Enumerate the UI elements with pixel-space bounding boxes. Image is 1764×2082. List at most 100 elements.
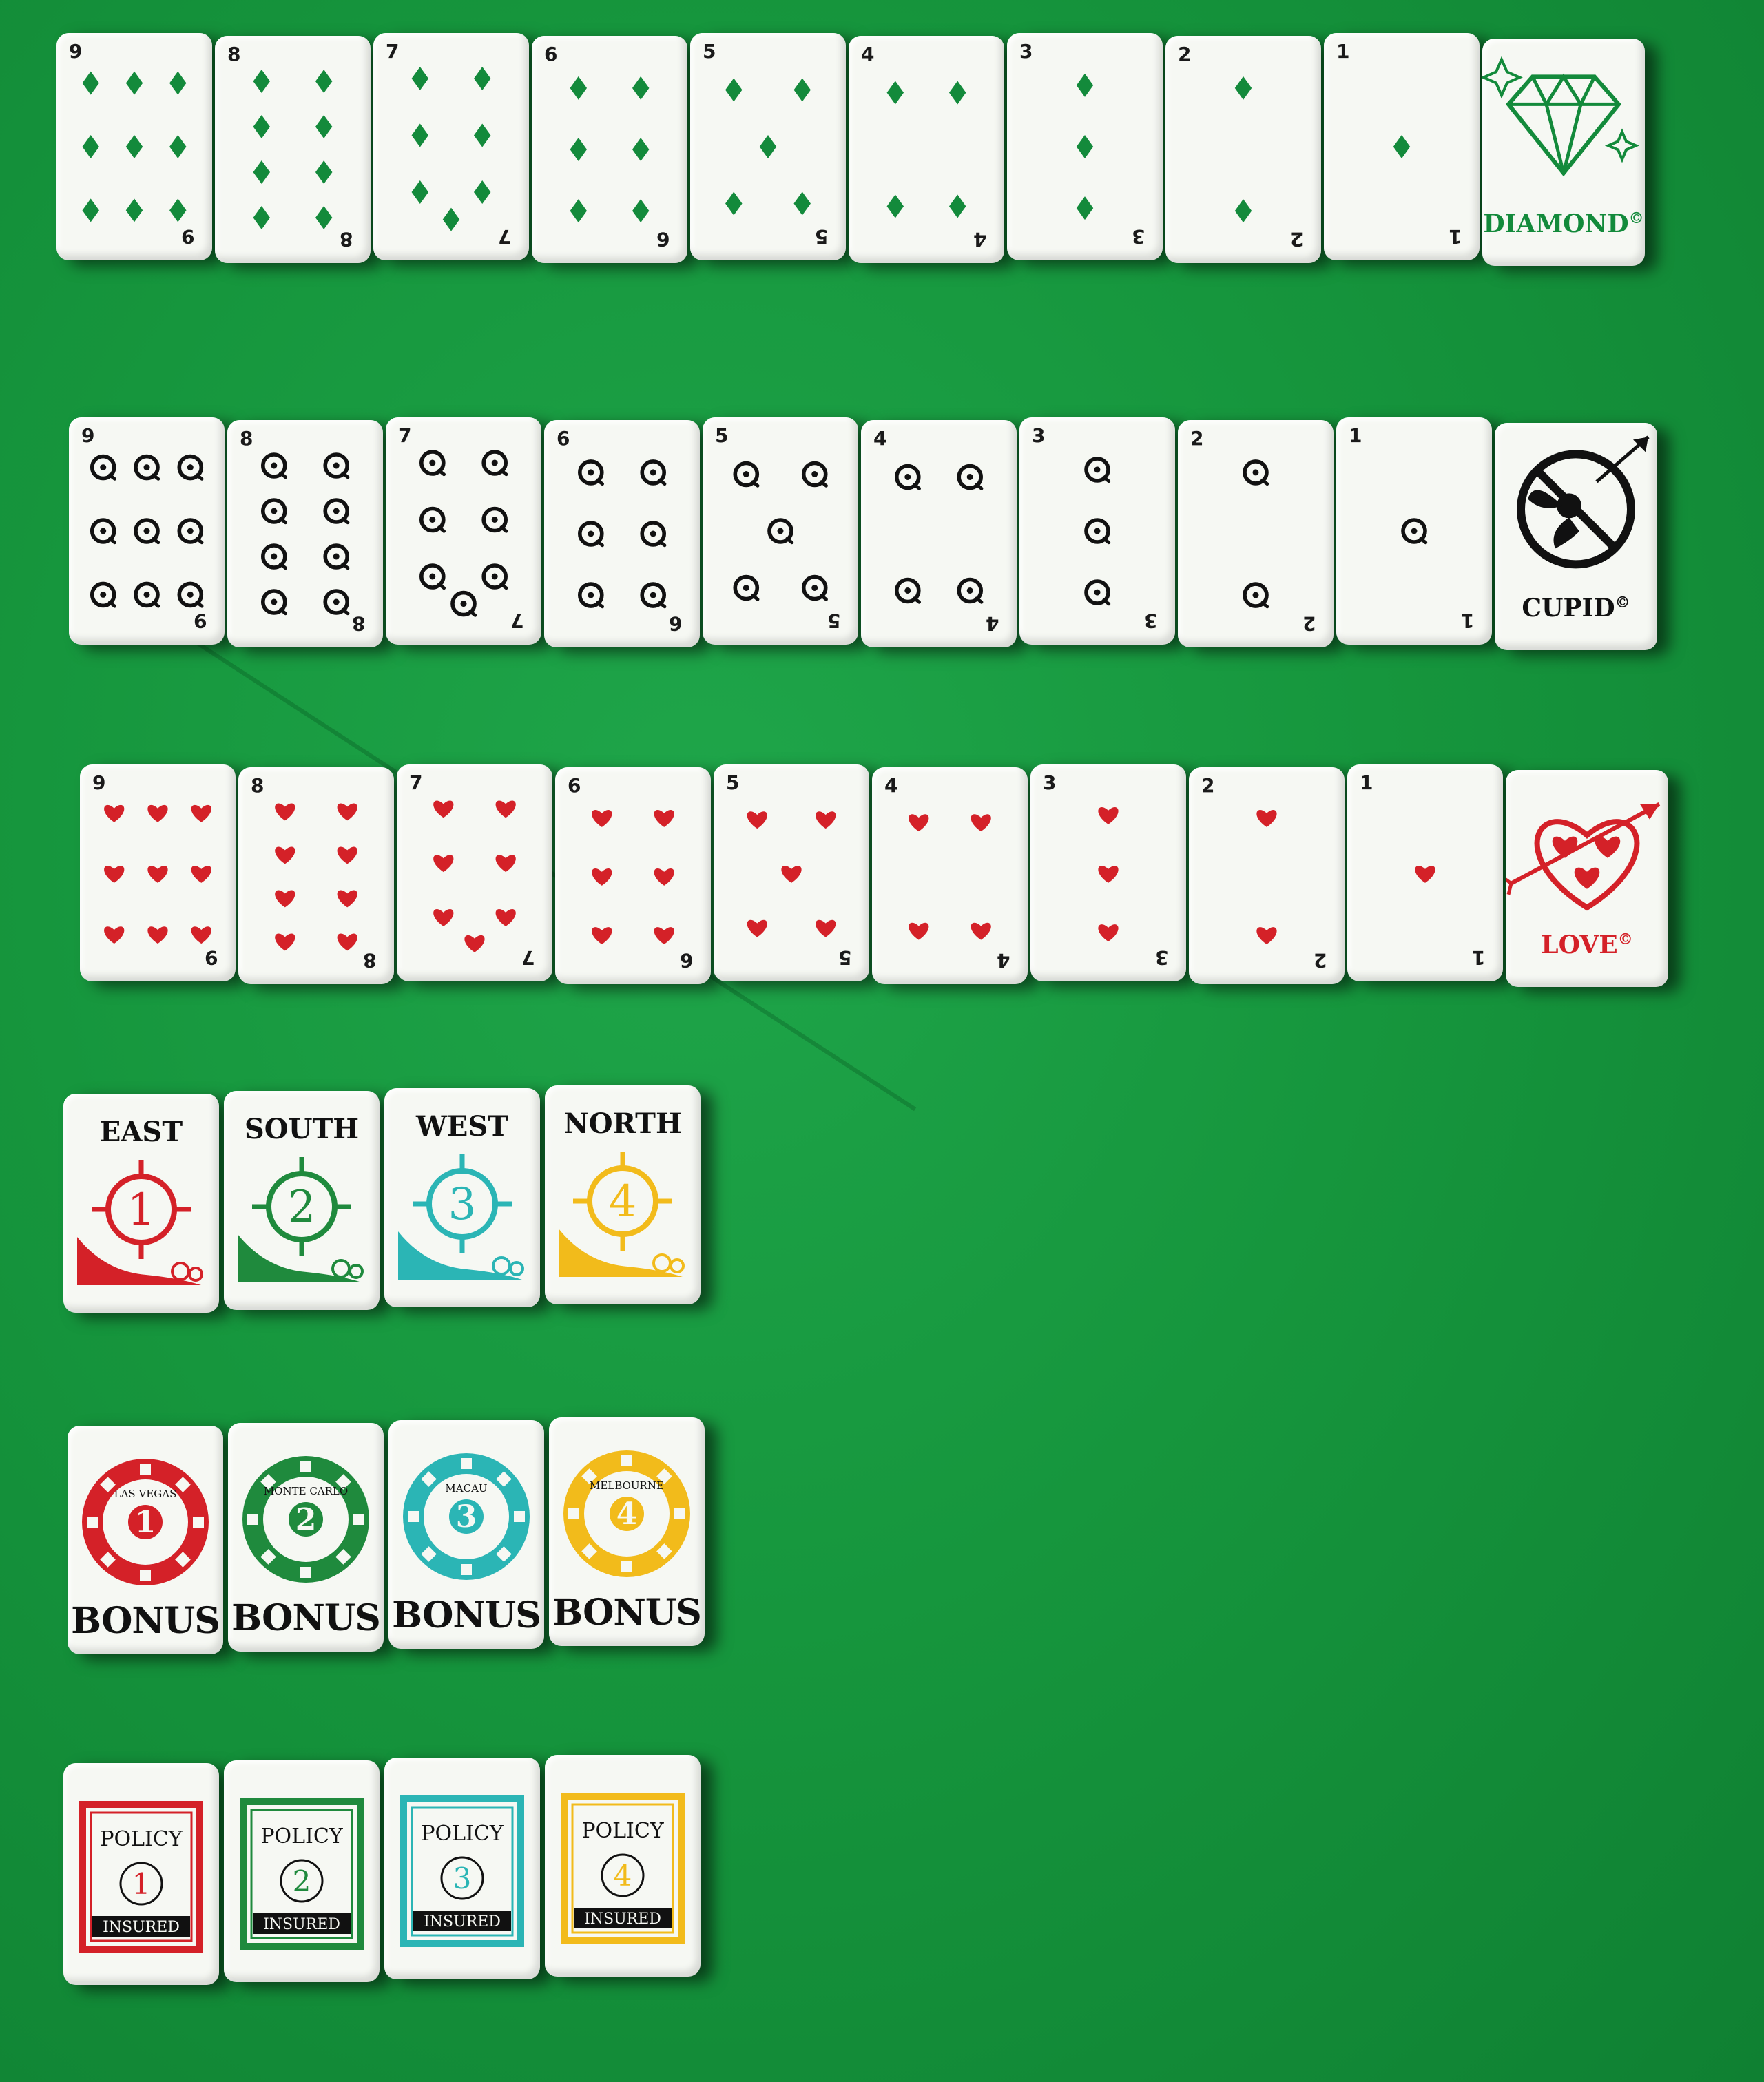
- diamonds-tile-8: 88: [215, 36, 371, 263]
- diamonds-tile-4: 44: [849, 36, 1004, 263]
- diamonds-tile-3: 33: [1007, 33, 1163, 260]
- hearts-tile-3: 33: [1030, 764, 1186, 981]
- compass-icon: 2: [238, 1157, 364, 1282]
- policy-certificate-icon: POLICY 3 INSURED: [400, 1795, 524, 1947]
- bonus-city: MACAU: [445, 1482, 487, 1495]
- hearts-pips: [433, 800, 516, 952]
- bonus-number: 3: [456, 1499, 477, 1534]
- diamonds-pips: [82, 71, 187, 222]
- hearts-tile-9: 99: [80, 764, 236, 981]
- bonus-number: 2: [295, 1502, 317, 1537]
- honor-label: DIAMOND©: [1482, 209, 1645, 238]
- diamonds-pips: [1393, 135, 1411, 158]
- hearts-pips: [1098, 806, 1119, 941]
- cupids-tile-7: 77: [386, 417, 541, 645]
- hearts-tile-1: 11: [1347, 764, 1503, 981]
- diamonds-pips: [1234, 76, 1252, 223]
- policy-tile-4: POLICY 4 INSURED: [545, 1755, 701, 1977]
- bonus-city: LAS VEGAS: [114, 1488, 177, 1500]
- bonus-number: 1: [135, 1505, 156, 1540]
- diamonds-pips: [1076, 73, 1094, 220]
- cupids-pips: [895, 464, 984, 604]
- hearts-pips: [104, 804, 211, 944]
- wind-tile-north: NORTH 4: [545, 1085, 701, 1304]
- cupids-tile-3: 33: [1019, 417, 1175, 645]
- policy-footer: INSURED: [103, 1919, 180, 1936]
- policy-title: POLICY: [581, 1819, 665, 1843]
- bonus-tile-2: 2 MONTE CARLO BONUS: [228, 1423, 384, 1652]
- bonus-tile-4: 4 MELBOURNE BONUS: [549, 1417, 705, 1646]
- bonus-label: BONUS: [552, 1592, 702, 1634]
- hearts-tile-8: 88: [238, 767, 394, 984]
- diamonds-honor-tile: DIAMOND©: [1482, 39, 1645, 266]
- hearts-tile-6: 66: [555, 767, 711, 984]
- bonus-label: BONUS: [231, 1597, 381, 1639]
- diamonds-tile-6: 66: [532, 36, 687, 263]
- hearts-tile-7: 77: [397, 764, 552, 981]
- diamonds-pips: [411, 67, 491, 231]
- cupids-pips: [733, 461, 828, 601]
- hearts-pips: [1415, 866, 1435, 883]
- hearts-pips: [909, 814, 991, 940]
- compass-icon: 1: [77, 1160, 203, 1285]
- hearts-pips: [592, 809, 674, 944]
- cupids-tile-5: 55: [703, 417, 858, 645]
- diamonds-tile-9: 99: [56, 33, 212, 260]
- wind-number: 3: [448, 1179, 477, 1230]
- cupids-tile-4: 44: [861, 420, 1017, 647]
- cupids-pips: [1084, 457, 1111, 606]
- honor-label: CUPID©: [1495, 594, 1657, 623]
- cupids-honor-tile: CUPID©: [1495, 423, 1657, 650]
- compass-icon: 3: [398, 1154, 524, 1280]
- policy-number: 3: [453, 1862, 472, 1895]
- cupids-pips: [1243, 459, 1269, 609]
- wind-tile-west: WEST 3: [384, 1088, 540, 1307]
- diamonds-pips: [253, 70, 333, 229]
- cupids-pips: [419, 450, 508, 617]
- cupids-pips: [90, 454, 204, 608]
- policy-title: POLICY: [260, 1824, 344, 1849]
- hearts-tile-4: 44: [872, 767, 1028, 984]
- bonus-city: MONTE CARLO: [264, 1485, 348, 1497]
- cupids-tile-2: 22: [1178, 420, 1334, 647]
- honor-text: DIAMOND: [1483, 209, 1629, 238]
- copyright-mark: ©: [1617, 930, 1633, 948]
- policy-number: 2: [293, 1864, 311, 1898]
- diamonds-tile-5: 55: [690, 33, 846, 260]
- cupids-pips: [578, 459, 667, 609]
- policy-number: 1: [132, 1867, 151, 1901]
- bonus-label: BONUS: [71, 1600, 220, 1642]
- policy-number: 4: [614, 1859, 632, 1893]
- policy-tile-2: POLICY 2 INSURED: [224, 1760, 380, 1982]
- wind-number: 1: [127, 1185, 156, 1236]
- cupids-tile-6: 66: [544, 420, 700, 647]
- diamonds-tile-1: 11: [1324, 33, 1480, 260]
- diamonds-tile-2: 22: [1165, 36, 1321, 263]
- hearts-pips: [747, 811, 836, 937]
- policy-tile-1: POLICY 1 INSURED: [63, 1763, 219, 1985]
- hearts-pips: [275, 803, 357, 951]
- hearts-honor-tile: LOVE©: [1506, 770, 1668, 987]
- hearts-tile-2: 22: [1189, 767, 1345, 984]
- wind-number: 2: [288, 1182, 316, 1233]
- compass-icon: 4: [559, 1152, 685, 1277]
- hearts-tile-5: 55: [714, 764, 869, 981]
- honor-text: LOVE: [1541, 930, 1618, 959]
- policy-footer: INSURED: [263, 1916, 340, 1933]
- cupids-tile-1: 11: [1336, 417, 1492, 645]
- policy-certificate-icon: POLICY 4 INSURED: [561, 1793, 685, 1944]
- diamonds-pips: [570, 76, 650, 223]
- policy-title: POLICY: [421, 1822, 504, 1846]
- cupids-tile-8: 88: [227, 420, 383, 647]
- policy-title: POLICY: [100, 1827, 183, 1851]
- bonus-number: 4: [616, 1497, 638, 1532]
- policy-certificate-icon: POLICY 1 INSURED: [79, 1801, 203, 1953]
- cupids-tile-9: 99: [69, 417, 225, 645]
- policy-tile-3: POLICY 3 INSURED: [384, 1758, 540, 1979]
- honor-label: LOVE©: [1506, 930, 1668, 959]
- cupids-pips: [1401, 518, 1428, 545]
- policy-footer: INSURED: [424, 1913, 501, 1930]
- honor-text: CUPID: [1522, 594, 1615, 623]
- cupids-pips: [261, 452, 350, 616]
- diamonds-tile-7: 77: [373, 33, 529, 260]
